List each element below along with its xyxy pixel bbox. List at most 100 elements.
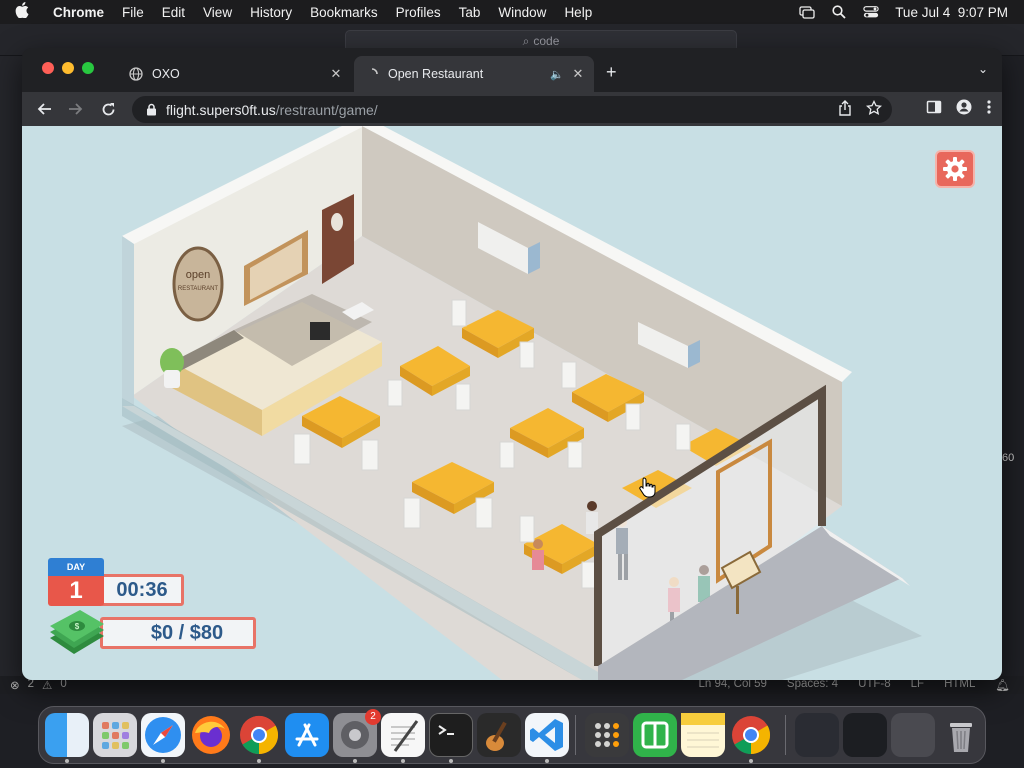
address-bar[interactable]: flight.supers0ft.us/restraunt/game/: [132, 96, 892, 123]
dock-launchpad-icon[interactable]: [93, 713, 137, 757]
lock-icon[interactable]: [136, 103, 166, 116]
menu-tab[interactable]: Tab: [450, 5, 490, 20]
control-center-icon[interactable]: [863, 5, 879, 19]
vscode-search-text: code: [533, 34, 560, 48]
running-indicator: [161, 759, 165, 763]
close-tab-icon[interactable]: ✕: [568, 66, 588, 82]
side-panel-icon[interactable]: [926, 99, 942, 120]
dock-terminal-icon[interactable]: [429, 713, 473, 757]
close-window-button[interactable]: [42, 62, 54, 74]
zoom-window-button[interactable]: [82, 62, 94, 74]
dock-minimized-window-icon[interactable]: [891, 713, 935, 757]
dock-trash-icon[interactable]: [939, 713, 983, 757]
menu-help[interactable]: Help: [555, 5, 601, 20]
menu-window[interactable]: Window: [489, 5, 555, 20]
warning-icon[interactable]: ⚠: [42, 678, 52, 692]
reload-icon[interactable]: [98, 99, 118, 119]
error-icon[interactable]: ⊗: [10, 678, 20, 692]
share-icon[interactable]: [838, 100, 852, 119]
running-indicator: [353, 759, 357, 763]
dock-numbers-icon[interactable]: [633, 713, 677, 757]
forward-arrow-icon[interactable]: [66, 99, 86, 119]
menu-profiles[interactable]: Profiles: [387, 5, 450, 20]
bookmark-star-icon[interactable]: [865, 99, 883, 119]
globe-icon: [128, 66, 144, 82]
sign-text-open: open: [186, 269, 210, 281]
apple-menu-icon[interactable]: [0, 2, 44, 22]
dock-separator: [575, 715, 576, 755]
running-indicator: [449, 759, 453, 763]
menu-file[interactable]: File: [113, 5, 153, 20]
running-indicator: [401, 759, 405, 763]
day-label: DAY: [48, 558, 104, 576]
menu-bookmarks[interactable]: Bookmarks: [301, 5, 387, 20]
back-arrow-icon[interactable]: [34, 99, 54, 119]
tab-title: Open Restaurant: [388, 67, 484, 81]
dock-safari-icon[interactable]: [141, 713, 185, 757]
game-canvas[interactable]: open RESTAURANT 00:36 DAY 1 $0 / $80 $: [22, 126, 1002, 680]
menu-view[interactable]: View: [194, 5, 241, 20]
dock-vscode-icon[interactable]: [525, 713, 569, 757]
waiter: [586, 501, 598, 534]
tab-open-restaurant[interactable]: Open Restaurant 🔈 ✕: [354, 56, 594, 92]
dock-firefox-icon[interactable]: [189, 713, 233, 757]
cash-stack-icon: $: [46, 608, 106, 658]
dock-garageband-icon[interactable]: [477, 713, 521, 757]
notification-badge: 2: [365, 709, 381, 725]
bell-icon[interactable]: 🔔︎: [995, 678, 1010, 692]
url-path: /restraunt/game/: [275, 101, 378, 118]
status-language[interactable]: HTML: [944, 678, 975, 692]
menu-app-name[interactable]: Chrome: [44, 5, 113, 20]
dock: 2: [38, 706, 986, 764]
menu-history[interactable]: History: [241, 5, 301, 20]
sign-text-restaurant: RESTAURANT: [178, 286, 219, 292]
tab-strip: OXO ✕ Open Restaurant 🔈 ✕ + ⌄: [22, 48, 1002, 92]
dock-chrome-icon[interactable]: [729, 713, 773, 757]
search-icon: ⌕: [522, 33, 530, 48]
tab-oxo[interactable]: OXO ✕: [118, 56, 352, 92]
editor-line-fragment: 60: [1002, 452, 1015, 464]
dock-system-settings-icon[interactable]: 2: [333, 709, 381, 757]
running-indicator: [545, 759, 549, 763]
gear-icon: [943, 157, 967, 181]
kebab-menu-icon[interactable]: [986, 99, 992, 120]
running-indicator: [65, 759, 69, 763]
menu-clock[interactable]: Tue Jul 4 9:07 PM: [895, 5, 1008, 20]
new-tab-button[interactable]: +: [606, 62, 617, 83]
dock-chrome-icon[interactable]: [237, 713, 281, 757]
dock-calculator-icon[interactable]: [585, 713, 629, 757]
vscode-activity-bar: [0, 56, 22, 676]
customer-seated: [532, 539, 544, 570]
dock-finder-icon[interactable]: [45, 713, 89, 757]
svg-text:$: $: [75, 622, 80, 631]
chrome-window: OXO ✕ Open Restaurant 🔈 ✕ + ⌄ flight.sup…: [22, 48, 1002, 680]
menu-edit[interactable]: Edit: [153, 5, 194, 20]
dock-minimized-window-icon[interactable]: [843, 713, 887, 757]
game-timer: 00:36: [100, 574, 184, 606]
url-host: flight.supers0ft.us: [166, 101, 276, 118]
status-encoding[interactable]: UTF-8: [858, 678, 891, 692]
status-cursor-position[interactable]: Ln 94, Col 59: [698, 678, 766, 692]
profile-avatar-icon[interactable]: [956, 99, 972, 120]
dock-minimized-window-icon[interactable]: [795, 713, 839, 757]
tab-title: OXO: [152, 67, 180, 81]
warning-count[interactable]: 0: [60, 678, 66, 692]
minimize-window-button[interactable]: [62, 62, 74, 74]
settings-gear-button[interactable]: [935, 150, 975, 188]
spotlight-search-icon[interactable]: [831, 5, 847, 19]
running-indicator: [257, 759, 261, 763]
status-indentation[interactable]: Spaces: 4: [787, 678, 838, 692]
status-eol[interactable]: LF: [911, 678, 924, 692]
running-indicator: [749, 759, 753, 763]
close-tab-icon[interactable]: ✕: [326, 66, 346, 82]
dock-app-store-icon[interactable]: [285, 713, 329, 757]
dock-textedit-icon[interactable]: [381, 713, 425, 757]
speaker-icon[interactable]: 🔈: [548, 68, 566, 81]
day-number: 1: [48, 576, 104, 606]
day-calendar-icon: DAY 1: [48, 558, 104, 608]
tab-search-chevron-icon[interactable]: ⌄: [978, 62, 988, 76]
screen-mirroring-icon[interactable]: [799, 5, 815, 19]
error-count[interactable]: 2: [28, 678, 34, 692]
restaurant-sign: [172, 246, 224, 322]
dock-notes-icon[interactable]: [681, 713, 725, 757]
